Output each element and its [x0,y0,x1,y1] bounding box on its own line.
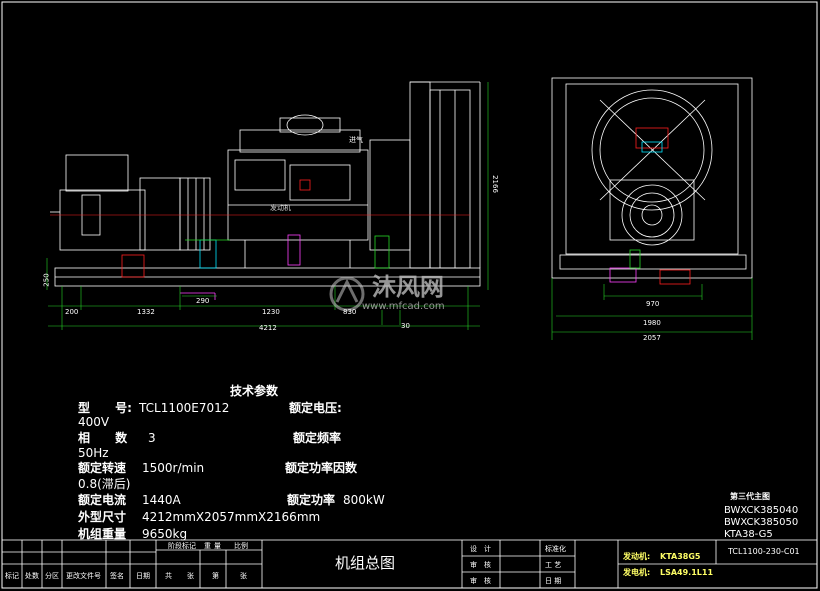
dim-1980: 1980 [643,319,661,327]
param-label-phase: 相 数 [78,431,128,445]
param-value-speed: 1500r/min [142,461,205,475]
param-value-power-factor: 0.8(滞后) [78,477,131,491]
hdr-zone: 分区 [45,572,59,580]
title-block-grid [1,539,818,589]
hdr-count: 处数 [25,572,39,580]
stage-header-scale: 比例 [234,542,248,550]
param-value-power: 800kW [343,493,385,507]
sheet-index: 第 [212,572,219,580]
param-value-voltage: 400V [78,415,110,429]
alternator-value: LSA49.1L11 [660,568,714,577]
dim-200: 200 [65,308,79,316]
param-value-current: 1440A [142,493,181,507]
param-label-speed: 额定转速 [78,461,127,475]
param-label-model: 型 号: [78,401,132,415]
param-value-phase: 3 [148,431,156,445]
sign-review-2: 核 [484,561,491,569]
engine-nameplate: 发动机 [270,204,291,212]
watermark-brand: 沐风网 [372,273,444,301]
side-note-line-1: BWXCK385040 [724,505,799,516]
sheet-unit-2: 张 [240,572,247,580]
param-label-voltage: 额定电压: [289,401,342,415]
param-value-weight: 9650kg [142,527,188,541]
dim-1230: 1230 [262,308,280,316]
dim-830: 830 [343,308,357,316]
param-label-frequency: 额定频率 [293,431,342,445]
label-standardization: 标准化 [545,545,566,553]
label-process: 工 艺 [545,561,562,569]
param-value-frequency: 50Hz [78,446,109,460]
dim-2057: 2057 [643,334,661,342]
param-value-dimensions: 4212mmX2057mmX2166mm [142,510,321,524]
hdr-date: 日期 [136,572,150,580]
front-dimension-lines [551,278,753,340]
dim-290: 290 [196,297,210,305]
label-date: 日 期 [545,577,562,585]
dim-30: 30 [401,322,410,330]
param-label-weight: 机组重量 [78,527,127,541]
front-view [551,77,753,285]
stage-header-weight-1: 重 [204,542,211,550]
watermark-url: www.mfcad.com [362,301,445,312]
dim-970: 970 [646,300,660,308]
stage-header-weight-2: 量 [214,542,221,550]
param-value-model: TCL1100E7012 [139,401,230,415]
sheet-total: 共 [165,572,172,580]
drawing-number: TCL1100-230-C01 [728,547,800,556]
param-label-power-factor: 额定功率因数 [285,461,358,475]
hdr-change-doc: 更改文件号 [66,572,101,580]
dim-1332: 1332 [137,308,155,316]
side-note-line-2: BWXCK385050 [724,517,799,528]
stage-header-stage: 阶段标记 [168,542,196,550]
side-note-line-3: KTA38-G5 [724,529,773,540]
alternator-label: 发电机: [623,568,651,577]
param-label-dimensions: 外型尺寸 [78,510,127,524]
dim-250: 250 [42,273,51,287]
sign-review-1: 审 [470,561,477,569]
sign-design-1: 设 [470,545,477,553]
engine-value: KTA38G5 [660,552,701,561]
sign-audit-1: 审 [470,577,477,585]
param-label-power: 额定功率 [287,493,336,507]
hdr-signature: 签名 [110,572,124,580]
callout-intake: 进气 [349,136,363,144]
side-note-title: 第三代主图 [730,492,770,501]
tech-params-title: 技术参数 [230,384,279,398]
drawing-title: 机组总图 [335,554,396,572]
dim-4212: 4212 [259,324,277,332]
sign-audit-2: 核 [484,577,491,585]
sign-design-2: 计 [484,545,491,553]
hdr-mark: 标记 [5,572,19,580]
side-view [50,81,481,300]
param-label-current: 额定电流 [78,493,127,507]
dim-2166: 2166 [490,175,499,193]
engine-label: 发动机: [623,552,651,561]
sheet-unit-1: 张 [187,572,194,580]
